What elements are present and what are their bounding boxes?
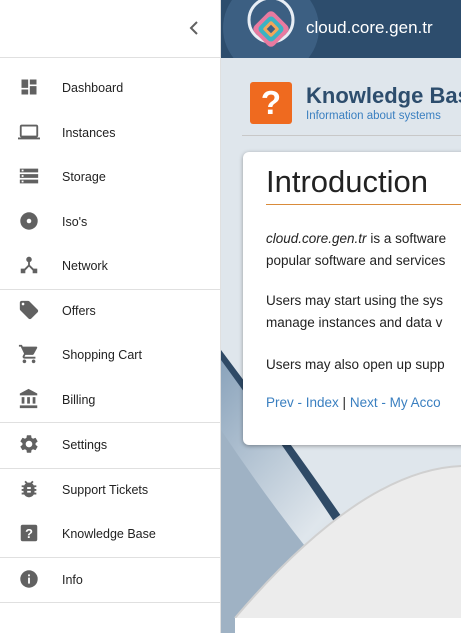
svg-text:?: ? xyxy=(25,526,33,541)
tag-icon xyxy=(18,299,40,321)
bank-icon xyxy=(18,388,40,410)
sidebar-item-label: Iso's xyxy=(62,215,88,229)
paragraph-text: Users may start using the sys xyxy=(266,293,444,308)
paragraph-text: manage instances and data v xyxy=(266,315,443,330)
article-paragraph: Users may start using the sys manage ins… xyxy=(266,290,443,334)
sidebar-item-settings[interactable]: Settings xyxy=(0,423,220,467)
network-icon xyxy=(18,254,40,276)
page-title: Knowledge Bas xyxy=(306,83,461,108)
sidebar-item-isos[interactable]: Iso's xyxy=(0,200,220,244)
article-paragraph: cloud.core.gen.tr is a software popular … xyxy=(266,228,446,272)
bug-icon xyxy=(18,478,40,500)
chevron-left-icon xyxy=(189,21,198,35)
sidebar-item-storage[interactable]: Storage xyxy=(0,155,220,199)
site-name-emphasis: cloud.core.gen.tr xyxy=(266,231,367,246)
disc-icon xyxy=(18,210,40,232)
paragraph-text: popular software and services xyxy=(266,253,446,268)
sidebar-item-dashboard[interactable]: Dashboard xyxy=(0,66,220,110)
article-paragraph: Users may also open up supp xyxy=(266,354,445,376)
sidebar-item-label: Settings xyxy=(62,438,108,452)
sidebar-item-shopping-cart[interactable]: Shopping Cart xyxy=(0,333,220,377)
paragraph-text: Users may also open up supp xyxy=(266,357,445,372)
header-divider xyxy=(242,135,461,136)
kb-header: ? Knowledge Bas Information about system… xyxy=(242,76,461,136)
app-root: Dashboard Instances Storage Iso's Networ… xyxy=(0,0,461,633)
sidebar-item-label: Knowledge Base xyxy=(62,527,156,541)
sidebar-item-offers[interactable]: Offers xyxy=(0,289,220,333)
sidebar-item-label: Info xyxy=(62,573,83,587)
dashboard-icon xyxy=(18,76,40,98)
sidebar-item-label: Network xyxy=(62,259,108,273)
article-title: Introduction xyxy=(266,164,428,199)
sidebar-item-label: Shopping Cart xyxy=(62,348,142,362)
sidebar-item-label: Support Tickets xyxy=(62,483,149,497)
article-navigation: Prev - Index | Next - My Acco xyxy=(266,395,441,410)
article-card: Introduction cloud.core.gen.tr is a soft… xyxy=(243,152,461,445)
paragraph-text: is a software xyxy=(366,231,447,246)
next-link[interactable]: Next - My Acco xyxy=(350,395,441,410)
sidebar-item-billing[interactable]: Billing xyxy=(0,378,220,422)
sidebar-item-label: Billing xyxy=(62,393,96,407)
link-separator: | xyxy=(342,395,347,410)
storage-icon xyxy=(18,165,40,187)
title-underline xyxy=(266,204,461,205)
laptop-icon xyxy=(18,121,40,143)
sidebar-item-label: Dashboard xyxy=(62,81,124,95)
page-subtitle: Information about systems xyxy=(306,110,441,122)
sidebar-item-instances[interactable]: Instances xyxy=(0,111,220,155)
main-content: cloud.core.gen.tr ? Knowledge Bas Inform… xyxy=(221,0,461,633)
sidebar: Dashboard Instances Storage Iso's Networ… xyxy=(0,0,221,633)
sidebar-item-info[interactable]: Info xyxy=(0,558,220,602)
prev-link[interactable]: Prev - Index xyxy=(266,395,339,410)
sidebar-item-label: Offers xyxy=(62,304,96,318)
help-icon: ? xyxy=(18,522,40,544)
sidebar-item-support-tickets[interactable]: Support Tickets xyxy=(0,468,220,512)
sidebar-item-knowledge-base[interactable]: ? Knowledge Base xyxy=(0,512,220,556)
gear-icon xyxy=(18,433,40,455)
sidebar-divider xyxy=(0,602,220,603)
info-icon xyxy=(18,568,40,590)
top-bar: cloud.core.gen.tr xyxy=(221,0,461,58)
cart-icon xyxy=(18,343,40,365)
site-name[interactable]: cloud.core.gen.tr xyxy=(306,18,433,38)
sidebar-item-label: Storage xyxy=(62,170,106,184)
collapse-sidebar-button[interactable] xyxy=(184,17,204,39)
sidebar-item-label: Instances xyxy=(62,126,116,140)
help-icon: ? xyxy=(250,82,292,124)
sidebar-item-network[interactable]: Network xyxy=(0,244,220,288)
sidebar-header xyxy=(0,0,220,58)
